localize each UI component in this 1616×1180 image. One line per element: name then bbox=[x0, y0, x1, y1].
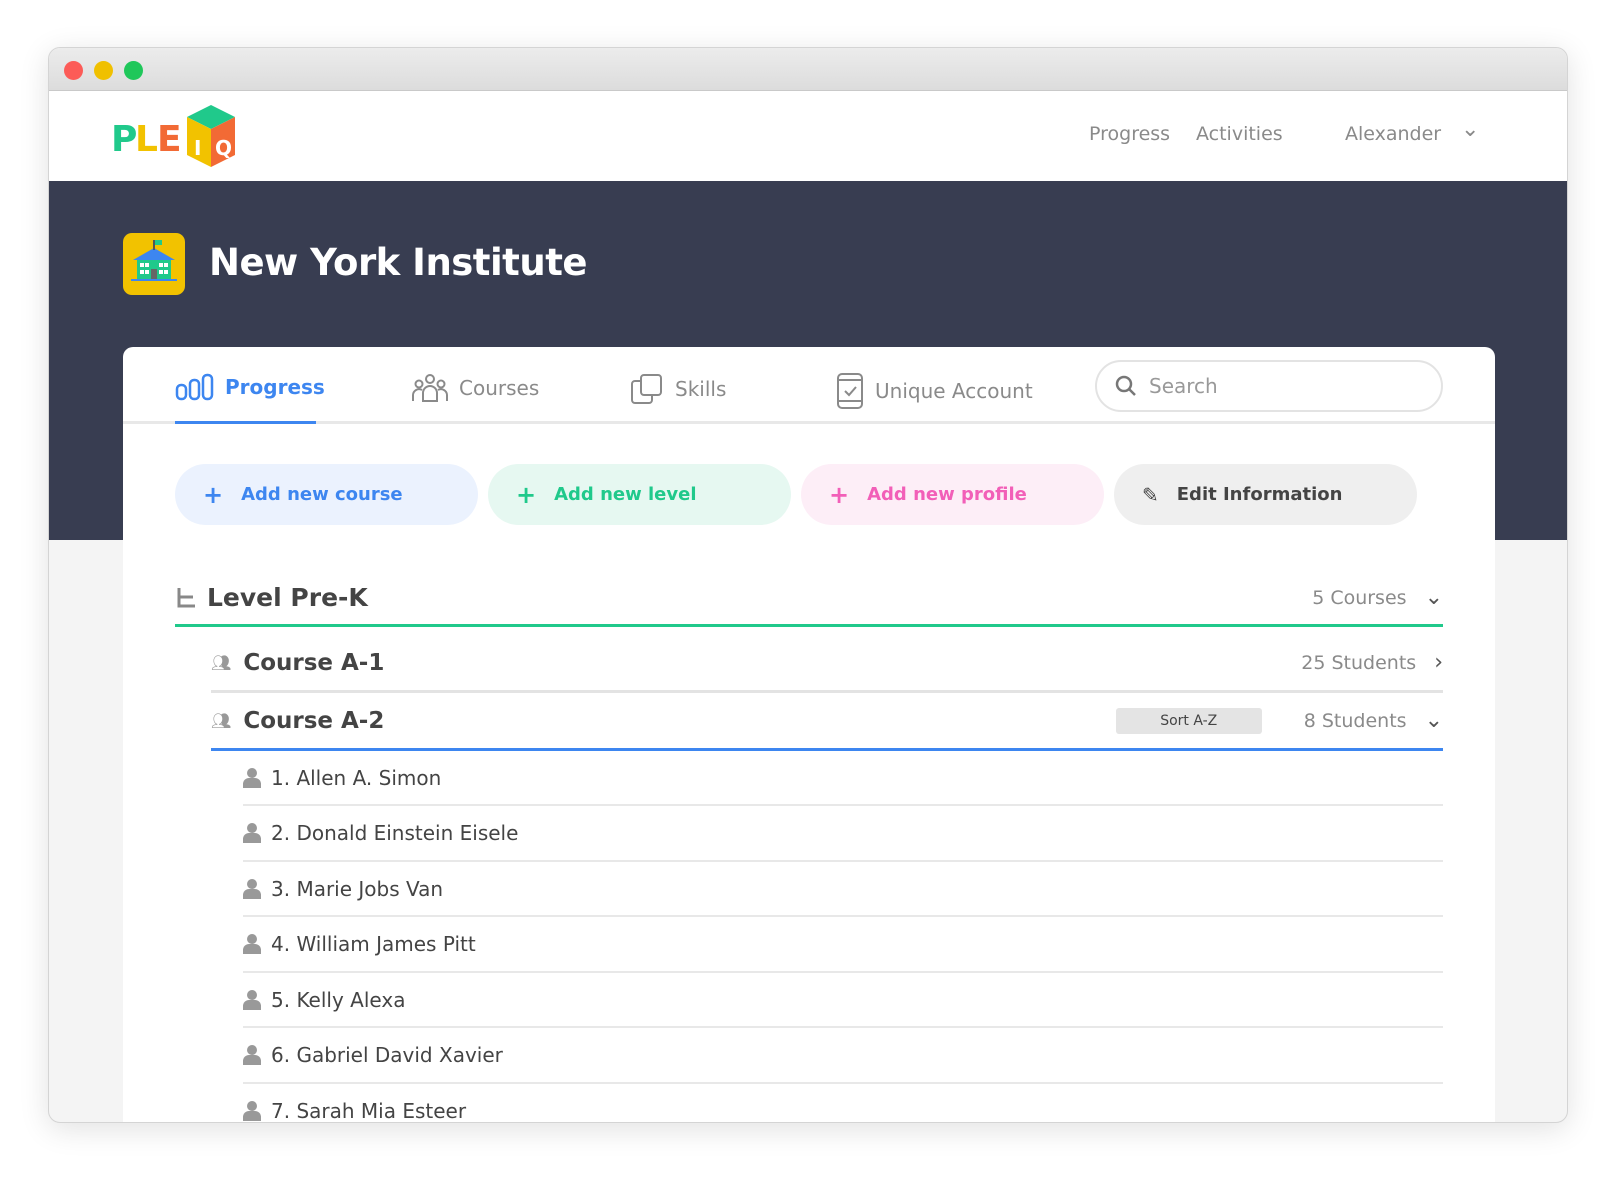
level-row[interactable]: Level Pre-K 5 Courses ⌄ bbox=[175, 571, 1443, 627]
minimize-window-button[interactable] bbox=[94, 61, 113, 80]
nav-activities-link[interactable]: Activities bbox=[1196, 123, 1283, 145]
tab-bar: Progress Courses Skills Unique Account S… bbox=[123, 347, 1495, 424]
course-row[interactable]: 👥︎ Course A-2 Sort A-Z 8 Students ⌄ bbox=[211, 693, 1443, 751]
group-icon: 👥︎ bbox=[211, 711, 232, 730]
svg-text:E: E bbox=[157, 119, 182, 160]
person-icon bbox=[243, 878, 261, 899]
student-row[interactable]: 7. Sarah Mia Esteer bbox=[243, 1084, 1443, 1123]
tab-unique-account[interactable]: Unique Account bbox=[835, 373, 1033, 409]
add-profile-button[interactable]: + Add new profile bbox=[801, 464, 1104, 525]
student-row[interactable]: 2. Donald Einstein Eisele bbox=[243, 807, 1443, 862]
page-title: New York Institute bbox=[209, 241, 587, 284]
student-name: 5. Kelly Alexa bbox=[271, 987, 406, 1012]
maximize-window-button[interactable] bbox=[124, 61, 143, 80]
svg-text:Q: Q bbox=[215, 136, 232, 160]
search-icon bbox=[1115, 375, 1136, 396]
tab-skills[interactable]: Skills bbox=[629, 373, 726, 405]
add-course-button[interactable]: + Add new course bbox=[175, 464, 478, 525]
tab-label: Progress bbox=[225, 375, 325, 399]
group-icon bbox=[412, 374, 448, 402]
student-name: 1. Allen A. Simon bbox=[271, 765, 442, 790]
search-placeholder: Search bbox=[1149, 374, 1218, 398]
person-icon bbox=[243, 1100, 261, 1121]
active-tab-indicator bbox=[175, 421, 316, 424]
svg-text:I: I bbox=[194, 136, 201, 160]
student-row[interactable]: 6. Gabriel David Xavier bbox=[243, 1029, 1443, 1084]
nav-progress-link[interactable]: Progress bbox=[1089, 123, 1170, 145]
user-menu[interactable]: Alexander bbox=[1345, 123, 1441, 145]
tab-label: Unique Account bbox=[875, 379, 1033, 403]
copy-icon bbox=[631, 374, 662, 404]
svg-text:L: L bbox=[135, 119, 158, 160]
search-input[interactable]: Search bbox=[1095, 360, 1443, 412]
student-count: 8 Students bbox=[1303, 709, 1407, 732]
close-window-button[interactable] bbox=[64, 61, 83, 80]
student-name: 3. Marie Jobs Van bbox=[271, 876, 444, 901]
plus-icon: + bbox=[203, 480, 224, 509]
chevron-down-icon[interactable]: ⌄ bbox=[1425, 585, 1443, 610]
add-level-button[interactable]: + Add new level bbox=[488, 464, 791, 525]
student-name: 2. Donald Einstein Eisele bbox=[271, 821, 519, 845]
edit-information-button[interactable]: ✎ Edit Information bbox=[1114, 464, 1417, 525]
browser-window: P L E I Q Progress Activities Alexander … bbox=[48, 47, 1568, 1123]
svg-text:P: P bbox=[111, 119, 137, 160]
person-icon bbox=[243, 767, 261, 788]
course-row[interactable]: 👥︎ Course A-1 25 Students › bbox=[211, 635, 1443, 693]
button-label: Add new level bbox=[554, 484, 697, 505]
bar-chart-icon bbox=[175, 373, 214, 401]
pleiq-logo[interactable]: P L E I Q bbox=[111, 105, 241, 169]
person-icon bbox=[243, 823, 261, 843]
plus-icon: + bbox=[516, 480, 537, 509]
tab-progress[interactable]: Progress bbox=[175, 373, 325, 401]
level-name: Level Pre-K bbox=[207, 583, 368, 612]
tab-label: Skills bbox=[675, 377, 727, 401]
chevron-right-icon[interactable]: › bbox=[1434, 650, 1443, 675]
course-name: Course A-2 bbox=[243, 707, 385, 734]
person-icon bbox=[243, 989, 261, 1010]
student-row[interactable]: 3. Marie Jobs Van bbox=[243, 862, 1443, 917]
group-icon: 👥︎ bbox=[211, 653, 232, 672]
tab-courses[interactable]: Courses bbox=[411, 373, 539, 403]
top-nav: P L E I Q Progress Activities Alexander … bbox=[49, 91, 1567, 181]
phone-check-icon bbox=[837, 373, 863, 409]
chevron-down-icon[interactable]: ⌄ bbox=[1425, 708, 1443, 733]
student-name: 4. William James Pitt bbox=[271, 932, 476, 956]
hierarchy-icon bbox=[177, 587, 195, 607]
student-row[interactable]: 1. Allen A. Simon bbox=[243, 751, 1443, 806]
tab-label: Courses bbox=[459, 376, 540, 400]
student-row[interactable]: 4. William James Pitt bbox=[243, 918, 1443, 973]
pencil-icon: ✎ bbox=[1142, 482, 1159, 507]
button-label: Add new course bbox=[241, 484, 403, 505]
button-label: Edit Information bbox=[1176, 484, 1343, 505]
title-bar bbox=[49, 48, 1567, 91]
sort-button[interactable]: Sort A-Z bbox=[1115, 707, 1262, 734]
school-icon bbox=[123, 233, 185, 295]
plus-icon: + bbox=[829, 480, 850, 509]
student-name: 7. Sarah Mia Esteer bbox=[271, 1098, 467, 1123]
button-label: Add new profile bbox=[867, 484, 1027, 505]
student-row[interactable]: 5. Kelly Alexa bbox=[243, 973, 1443, 1028]
student-count: 25 Students bbox=[1301, 651, 1417, 674]
student-name: 6. Gabriel David Xavier bbox=[271, 1043, 503, 1067]
content-card: Progress Courses Skills Unique Account S… bbox=[123, 347, 1495, 1123]
course-name: Course A-1 bbox=[243, 649, 385, 676]
person-icon bbox=[243, 1045, 261, 1065]
chevron-down-icon[interactable]: ⌄ bbox=[1461, 117, 1479, 142]
person-icon bbox=[243, 934, 261, 954]
course-count: 5 Courses bbox=[1312, 586, 1407, 609]
